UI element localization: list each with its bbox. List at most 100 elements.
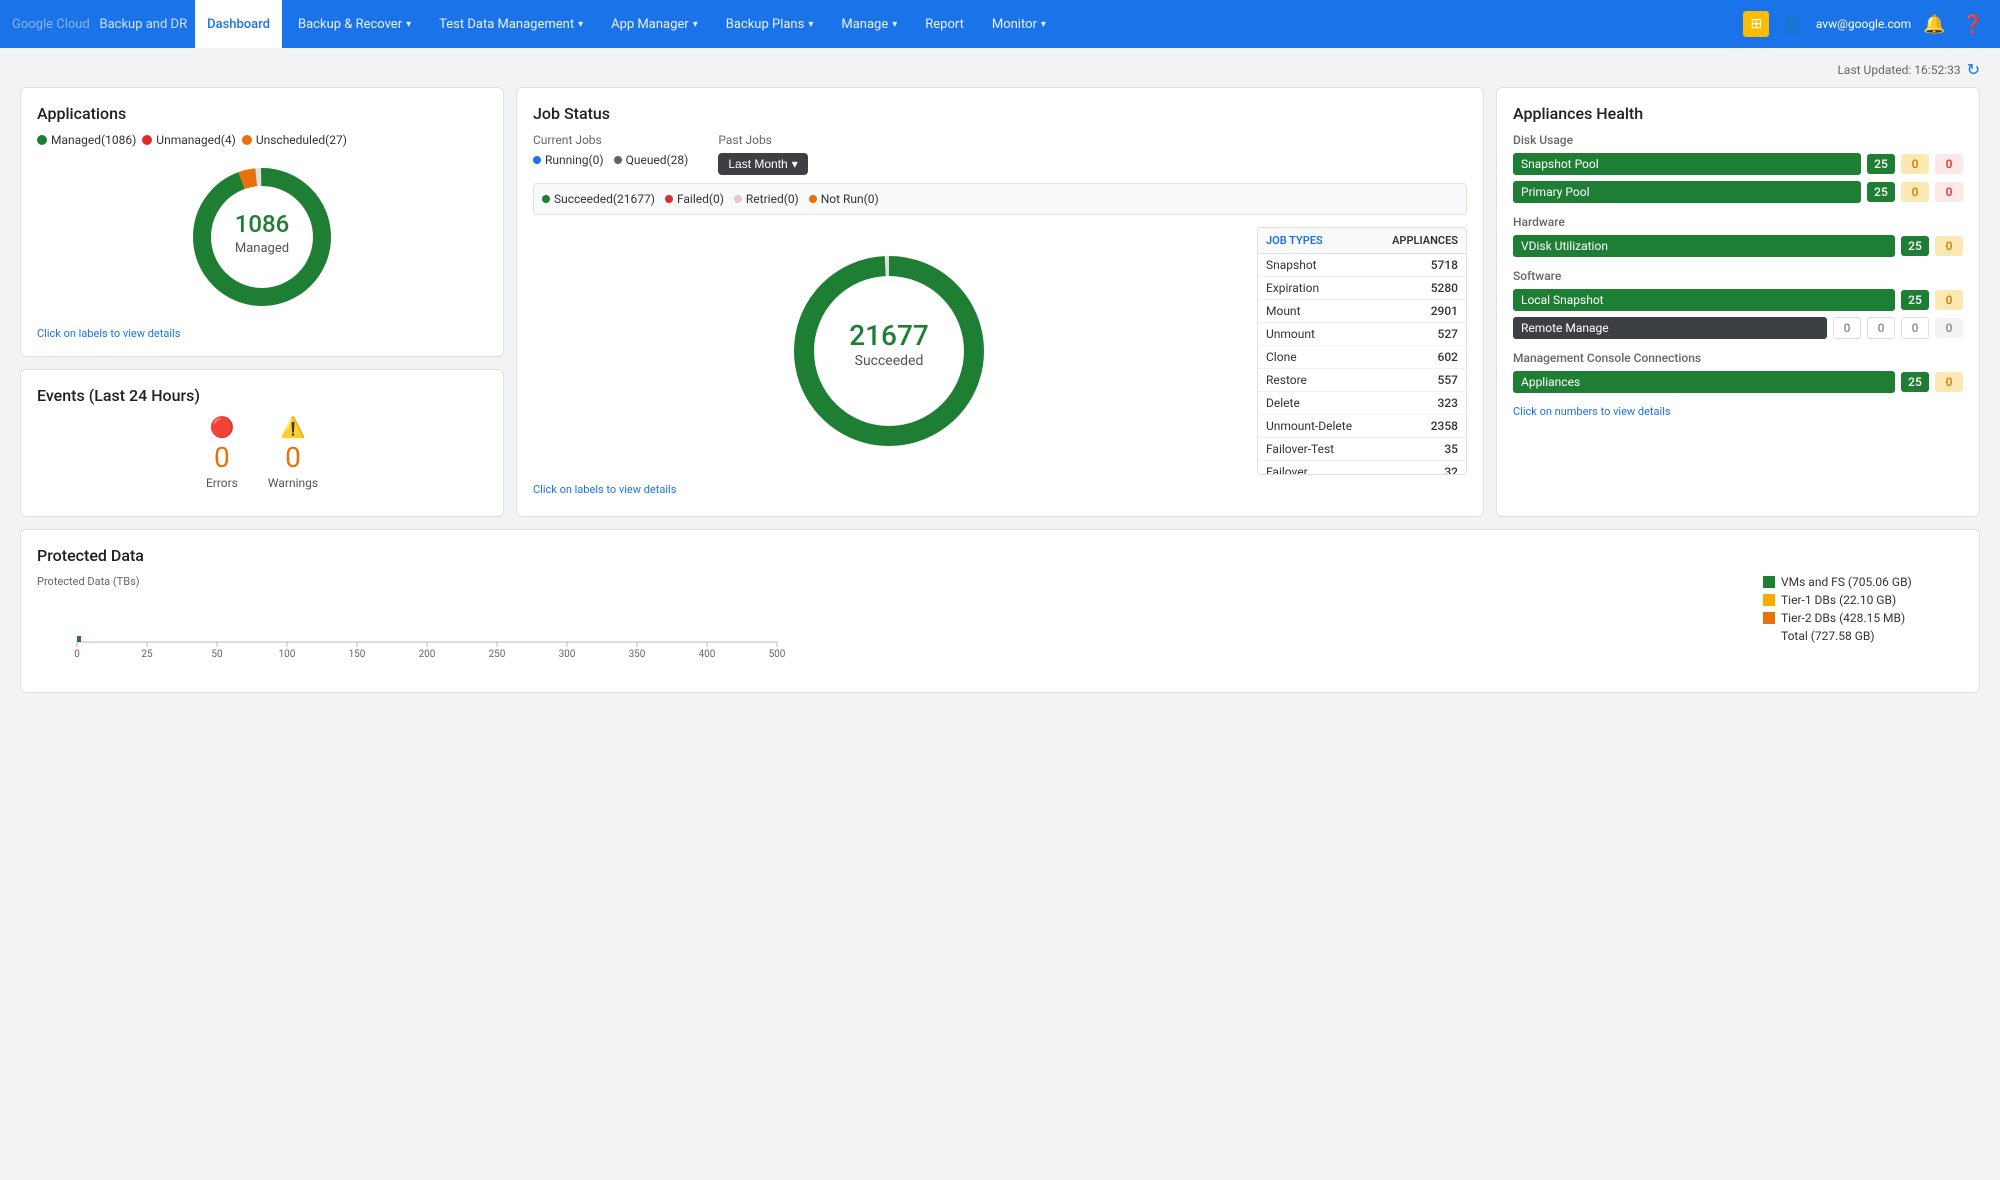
table-row[interactable]: Failover32 [1258, 461, 1466, 474]
past-jobs-pills: Succeeded(21677) Failed(0) Retried(0) No… [533, 183, 1467, 215]
nav-item-manage[interactable]: Manage ▾ [829, 0, 909, 48]
appliances-green[interactable]: 25 [1901, 372, 1929, 392]
remote-manage-label[interactable]: Remote Manage [1513, 317, 1827, 339]
legend-managed[interactable]: Managed(1086) [37, 133, 136, 147]
current-jobs-label: Current Jobs [533, 133, 688, 147]
svg-text:250: 250 [489, 649, 506, 660]
table-row[interactable]: Unmount-Delete2358 [1258, 415, 1466, 438]
appliances-row: Appliances 25 0 [1513, 371, 1963, 393]
running-pill[interactable]: Running(0) [533, 153, 604, 167]
remote-manage-extra[interactable]: 0 [1935, 318, 1963, 338]
svg-text:21677: 21677 [849, 319, 929, 352]
failed-pill[interactable]: Failed(0) [665, 192, 724, 206]
applications-donut: 1086 Managed [37, 157, 487, 317]
disk-usage-section: Disk Usage Snapshot Pool 25 0 0 Primary … [1513, 133, 1963, 203]
bell-icon[interactable]: 🔔 [1919, 10, 1949, 39]
queued-pill[interactable]: Queued(28) [614, 153, 689, 167]
table-row[interactable]: Restore557 [1258, 369, 1466, 392]
nav-item-report[interactable]: Report [913, 0, 976, 48]
legend-unscheduled[interactable]: Unscheduled(27) [242, 133, 347, 147]
succeeded-label: Succeeded(21677) [554, 192, 655, 206]
table-row[interactable]: Failover-Test35 [1258, 438, 1466, 461]
appliances-orange[interactable]: 0 [1935, 372, 1963, 392]
nav-item-dashboard[interactable]: Dashboard [195, 0, 282, 48]
tier1-legend-label: Tier-1 DBs (22.10 GB) [1781, 593, 1896, 607]
svg-text:400: 400 [699, 649, 716, 660]
table-row[interactable]: Unmount527 [1258, 323, 1466, 346]
appliances-health-title: Appliances Health [1513, 104, 1963, 123]
vdisk-green[interactable]: 25 [1901, 236, 1929, 256]
nav-item-app-manager[interactable]: App Manager ▾ [599, 0, 710, 48]
local-snapshot-orange[interactable]: 0 [1935, 290, 1963, 310]
retried-label: Retried(0) [746, 192, 799, 206]
nav-item-backup-recover[interactable]: Backup & Recover ▾ [286, 0, 423, 48]
job-donut-svg: 21677 Succeeded [779, 241, 999, 461]
svg-text:0: 0 [74, 649, 80, 660]
table-row[interactable]: Delete323 [1258, 392, 1466, 415]
legend-tier2: Tier-2 DBs (428.15 MB) [1763, 611, 1963, 625]
managed-label: Managed(1086) [51, 133, 136, 147]
refresh-icon[interactable]: ↻ [1967, 60, 1980, 79]
table-row[interactable]: Expiration5280 [1258, 277, 1466, 300]
chevron-down-icon: ▾ [892, 19, 897, 30]
applications-title: Applications [37, 104, 487, 123]
table-row[interactable]: Snapshot5718 [1258, 254, 1466, 277]
chevron-down-icon: ▾ [808, 19, 813, 30]
period-dropdown[interactable]: Last Month ▾ [718, 153, 807, 175]
primary-pool-label[interactable]: Primary Pool [1513, 181, 1861, 203]
donut-svg: 1086 Managed [182, 157, 342, 317]
help-icon[interactable]: ❓ [1958, 10, 1988, 39]
svg-text:Succeeded: Succeeded [855, 353, 924, 369]
hardware-section: Hardware VDisk Utilization 25 0 [1513, 215, 1963, 257]
job-table-header: JOB TYPES APPLIANCES [1258, 228, 1466, 254]
not-run-pill[interactable]: Not Run(0) [809, 192, 879, 206]
snapshot-pool-green[interactable]: 25 [1867, 154, 1895, 174]
remote-manage-orange[interactable]: 0 [1867, 317, 1895, 339]
nav-item-monitor[interactable]: Monitor ▾ [980, 0, 1058, 48]
applications-footer[interactable]: Click on labels to view details [37, 327, 487, 340]
warnings-item: ⚠️ 0 Warnings [268, 415, 318, 490]
nav-item-test-data[interactable]: Test Data Management ▾ [427, 0, 595, 48]
user-icon[interactable]: 👤 [1777, 10, 1807, 39]
warnings-label: Warnings [268, 476, 318, 490]
primary-pool-green[interactable]: 25 [1867, 182, 1895, 202]
legend-vms: VMs and FS (705.06 GB) [1763, 575, 1963, 589]
remote-manage-row: Remote Manage 0 0 0 0 [1513, 317, 1963, 339]
local-snapshot-label[interactable]: Local Snapshot [1513, 289, 1895, 311]
error-icon: 🔴 [209, 415, 234, 439]
navbar: Google Cloud Backup and DR Dashboard Bac… [0, 0, 2000, 48]
tier2-legend-sq [1763, 612, 1775, 624]
remote-manage-red[interactable]: 0 [1901, 317, 1929, 339]
chart-area: Protected Data (TBs) 0 25 50 100 150 200 [37, 575, 1751, 676]
primary-pool-orange[interactable]: 0 [1901, 182, 1929, 202]
appliances-label[interactable]: Appliances [1513, 371, 1895, 393]
appliances-health-footer[interactable]: Click on numbers to view details [1513, 405, 1963, 418]
total-legend-sq [1763, 630, 1775, 642]
brand-text: Google Cloud Backup and DR [12, 17, 187, 32]
total-legend-label: Total (727.58 GB) [1781, 629, 1875, 643]
job-status-footer[interactable]: Click on labels to view details [533, 483, 1467, 496]
table-row[interactable]: Clone602 [1258, 346, 1466, 369]
chevron-down-icon: ▾ [1041, 19, 1046, 30]
vms-legend-sq [1763, 576, 1775, 588]
legend-unmanaged[interactable]: Unmanaged(4) [142, 133, 236, 147]
nav-item-backup-plans[interactable]: Backup Plans ▾ [714, 0, 826, 48]
filter-icon[interactable]: ⊞ [1743, 11, 1769, 37]
appliances-tab[interactable]: APPLIANCES [1362, 228, 1466, 253]
snapshot-pool-label[interactable]: Snapshot Pool [1513, 153, 1861, 175]
remote-manage-green[interactable]: 0 [1833, 317, 1861, 339]
past-jobs-row: Last Month ▾ [718, 153, 807, 175]
table-row[interactable]: Mount2901 [1258, 300, 1466, 323]
succeeded-pill[interactable]: Succeeded(21677) [542, 192, 655, 206]
svg-text:100: 100 [279, 649, 296, 660]
vdisk-label[interactable]: VDisk Utilization [1513, 235, 1895, 257]
primary-pool-red[interactable]: 0 [1935, 182, 1963, 202]
snapshot-pool-red[interactable]: 0 [1935, 154, 1963, 174]
retried-pill[interactable]: Retried(0) [734, 192, 799, 206]
snapshot-pool-orange[interactable]: 0 [1901, 154, 1929, 174]
job-types-tab[interactable]: JOB TYPES [1258, 228, 1362, 253]
unscheduled-label: Unscheduled(27) [256, 133, 347, 147]
local-snapshot-green[interactable]: 25 [1901, 290, 1929, 310]
vdisk-orange[interactable]: 0 [1935, 236, 1963, 256]
managed-dot [37, 135, 47, 145]
